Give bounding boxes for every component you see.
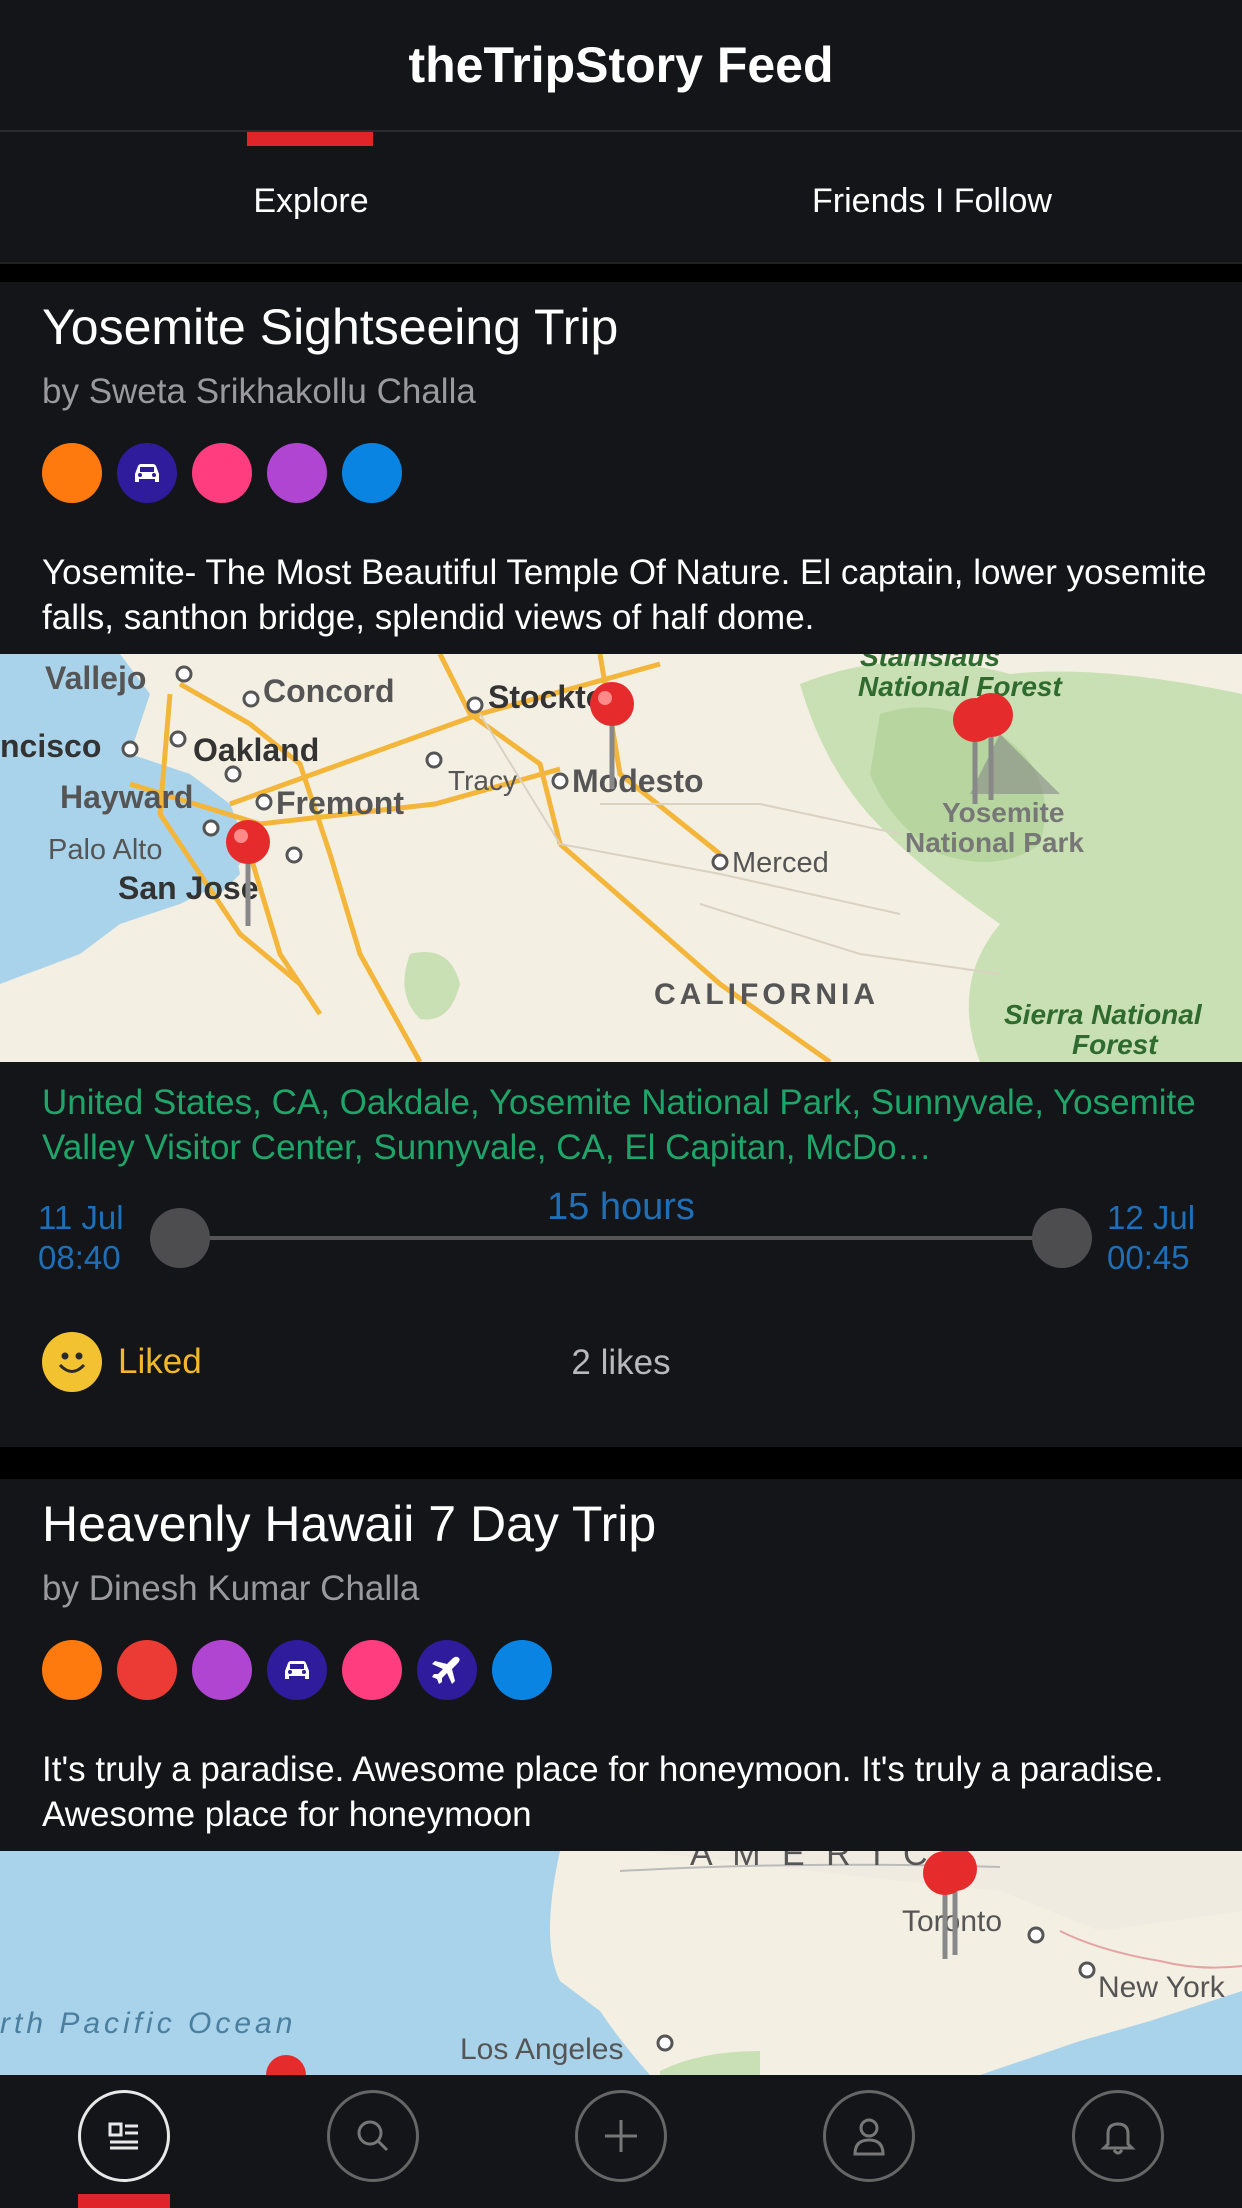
end-time: 00:45 — [1107, 1239, 1190, 1276]
nav-profile-button[interactable] — [823, 2090, 915, 2182]
profile-icon — [853, 2118, 885, 2156]
pink-category-icon — [192, 443, 252, 503]
pink-category-icon — [342, 1640, 402, 1700]
trip-map[interactable]: Vallejo Concord Stockton Oakland ncisco … — [0, 654, 1242, 1062]
page-title: theTripStory Feed — [408, 37, 834, 93]
trip-description: It's truly a paradise. Awesome place for… — [42, 1750, 1164, 1834]
purple-category-icon — [192, 1640, 252, 1700]
trip-title[interactable]: Heavenly Hawaii 7 Day Trip — [42, 1495, 656, 1553]
bell-icon — [1100, 2122, 1136, 2155]
tab-friends-i-follow[interactable]: Friends I Follow — [621, 132, 1242, 264]
map-label: Vallejo — [45, 660, 146, 696]
map-label: CALIFORNIA — [654, 978, 879, 1011]
map-label: Toronto — [902, 1905, 1002, 1938]
timeline-start-handle[interactable] — [150, 1208, 210, 1268]
map-label: Yosemite — [942, 797, 1064, 828]
nav-notifications-button[interactable] — [1072, 2090, 1164, 2182]
timeline-end-handle[interactable] — [1032, 1208, 1092, 1268]
start-time: 08:40 — [38, 1239, 121, 1276]
nav-feed-button[interactable] — [78, 2090, 170, 2182]
map-label: Forest — [1072, 1029, 1159, 1060]
trip-places[interactable]: United States, CA, Oakdale, Yosemite Nat… — [42, 1080, 1202, 1170]
car-icon — [267, 1640, 327, 1700]
trip-map[interactable]: A M E R I C A Toronto New York Los Angel… — [0, 1851, 1242, 2075]
trip-description: Yosemite- The Most Beautiful Temple Of N… — [42, 553, 1207, 637]
tab-friends-label: Friends I Follow — [812, 182, 1052, 220]
trip-author[interactable]: by Sweta Srikhakollu Challa — [42, 372, 476, 412]
map-label: San Jose — [118, 870, 259, 906]
trip-card[interactable]: Heavenly Hawaii 7 Day Trip by Dinesh Kum… — [0, 1479, 1242, 2075]
map-label: New York — [1098, 1971, 1226, 2004]
blue-category-icon — [342, 443, 402, 503]
map-label: Hayward — [60, 779, 193, 815]
search-icon — [357, 2120, 389, 2152]
map-label: rth Pacific Ocean — [0, 2007, 296, 2040]
trip-card[interactable]: Yosemite Sightseeing Trip by Sweta Srikh… — [0, 282, 1242, 1447]
trip-author[interactable]: by Dinesh Kumar Challa — [42, 1569, 419, 1609]
map-label: Fremont — [276, 785, 404, 821]
likes-count[interactable]: 2 likes — [0, 1343, 1242, 1383]
blue-category-icon — [492, 1640, 552, 1700]
nav-add-button[interactable] — [575, 2090, 667, 2182]
map-label: Oakland — [193, 732, 319, 768]
map-label: Concord — [263, 673, 395, 709]
map-label: Palo Alto — [48, 834, 162, 866]
car-icon — [117, 443, 177, 503]
nav-search-button[interactable] — [327, 2090, 419, 2182]
map-label: Merced — [732, 847, 829, 879]
map-label: Modesto — [572, 763, 704, 799]
map-label: National Forest — [858, 671, 1063, 702]
map-label: Tracy — [448, 765, 517, 796]
trip-end: 12 Jul 00:45 — [1107, 1198, 1195, 1278]
category-icons — [42, 443, 402, 503]
orange-category-icon — [42, 1640, 102, 1700]
active-nav-indicator — [78, 2194, 170, 2208]
purple-category-icon — [267, 443, 327, 503]
app-header: theTripStory Feed — [0, 0, 1242, 132]
map-label: ncisco — [0, 728, 101, 764]
category-icons — [42, 1640, 552, 1700]
red-category-icon — [117, 1640, 177, 1700]
map-label: Los Angeles — [460, 2033, 623, 2066]
map-label: National Park — [905, 827, 1084, 858]
feed-icon — [108, 2122, 138, 2150]
end-date: 12 Jul — [1107, 1199, 1196, 1236]
feed-tabs: Explore Friends I Follow — [0, 132, 1242, 264]
airplane-icon — [417, 1640, 477, 1700]
orange-category-icon — [42, 443, 102, 503]
timeline-track[interactable] — [180, 1236, 1088, 1240]
map-label: Sierra National — [1004, 999, 1203, 1030]
bottom-navigation — [0, 2075, 1242, 2208]
map-label: Stanislaus — [860, 654, 1000, 672]
trip-title[interactable]: Yosemite Sightseeing Trip — [42, 298, 618, 356]
plus-icon — [605, 2120, 637, 2152]
